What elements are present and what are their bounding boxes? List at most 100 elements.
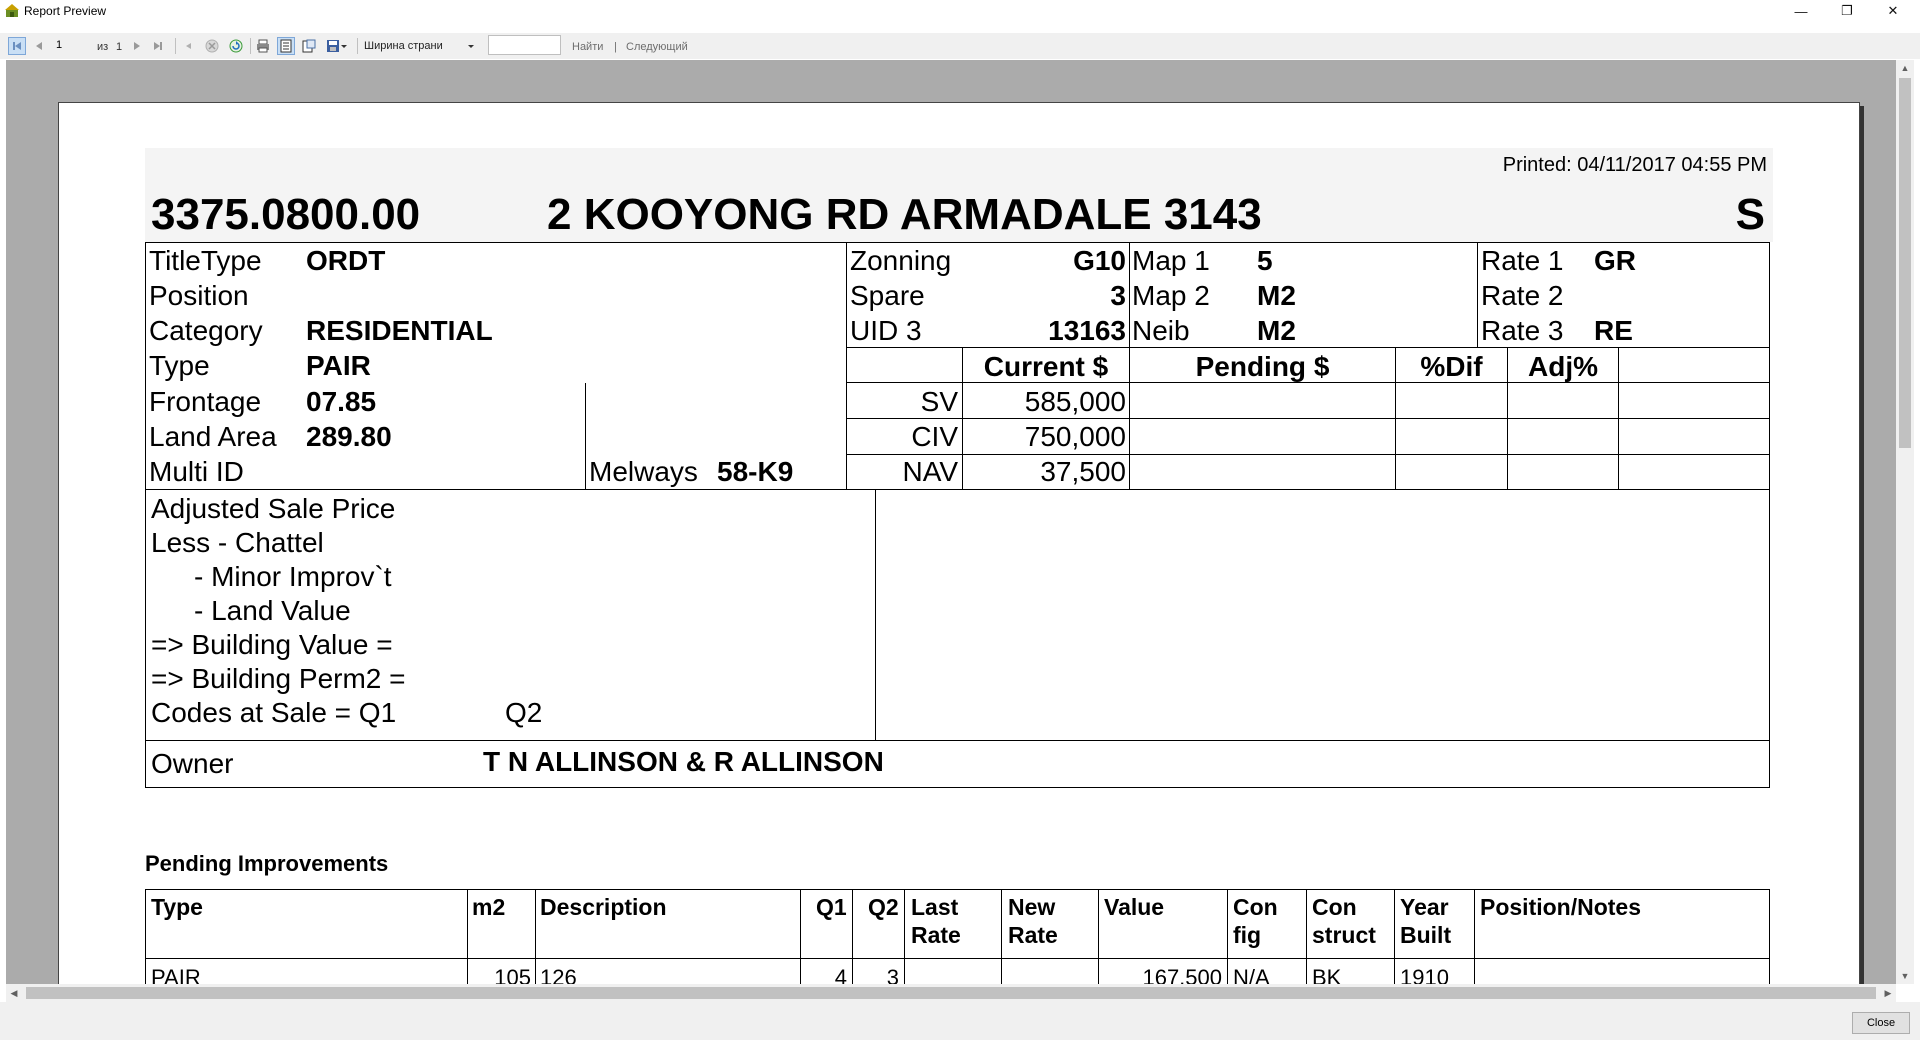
land-area-label: Land Area [149,421,277,452]
multi-id-label: Multi ID [149,456,244,487]
prev-page-button[interactable] [30,37,48,55]
current-header: Current $ [983,351,1109,382]
sale-line: => Building Perm2 = [151,663,406,694]
app-icon [5,4,19,17]
printer-icon [257,39,269,53]
map1-value: 5 [1257,245,1273,276]
imp-header-description: Description [540,894,667,920]
owner-value: T N ALLINSON & R ALLINSON [483,746,884,777]
printed-timestamp: Printed: 04/11/2017 04:55 PM [1502,154,1767,176]
print-button[interactable] [254,37,272,55]
imp-cell-type: PAIR [151,965,201,984]
vertical-scrollbar[interactable]: ▲ ▼ [1896,60,1914,984]
imp-cell-m2: 105 [494,965,531,984]
uid3-label: UID 3 [850,315,922,346]
refresh-button[interactable] [227,37,245,55]
imp-header-type: Type [151,894,203,920]
first-page-button[interactable] [8,37,26,55]
property-id: 3375.0800.00 [151,190,421,239]
horizontal-scrollbar[interactable]: ◀ ▶ [6,984,1896,1002]
sv-current: 585,000 [1024,386,1126,417]
melways-value: 58-K9 [717,456,794,487]
rate1-label: Rate 1 [1481,245,1564,276]
sv-label: SV [920,386,958,417]
imp-header-value: Value [1104,894,1165,920]
scroll-up-icon[interactable]: ▲ [1896,60,1914,76]
titletype-label: TitleType [149,245,262,276]
map1-label: Map 1 [1132,245,1210,276]
scroll-left-icon[interactable]: ◀ [6,984,22,1002]
zoom-value: Ширина страни [364,40,443,52]
spare-label: Spare [850,280,925,311]
page-layout-icon [280,39,292,53]
type-value: PAIR [306,350,371,381]
sale-line: Adjusted Sale Price [151,493,396,524]
last-page-icon [154,42,162,50]
page-number-input[interactable] [56,37,84,53]
prev-page-icon [36,42,42,50]
spare-value: 3 [1110,280,1126,311]
sale-line: - Minor Improv`t [194,561,392,592]
sale-line: Codes at Sale = Q1 [151,697,397,728]
imp-header-m2: m2 [472,894,506,920]
dif-header: %Dif [1420,351,1483,382]
export-button[interactable] [323,37,351,55]
page-of-label: из [97,41,109,53]
find-button[interactable]: Найти [572,41,603,53]
vertical-scroll-thumb[interactable] [1899,78,1911,448]
civ-label: CIV [911,421,958,452]
imp-header-new-rate: New Rate [1008,894,1058,948]
toolbar-separator: | [614,41,617,53]
search-input[interactable] [488,35,561,55]
scroll-down-icon[interactable]: ▼ [1896,968,1914,984]
close-button[interactable]: Close [1852,1012,1910,1034]
horizontal-scroll-thumb[interactable] [26,987,1876,999]
owner-label: Owner [151,748,234,779]
next-page-icon [134,42,140,50]
imp-header-q1: Q1 [816,894,847,920]
maximize-button[interactable]: ❐ [1824,0,1870,22]
imp-cell-config: N/A [1233,965,1270,984]
refresh-icon [229,39,243,53]
scroll-right-icon[interactable]: ▶ [1880,984,1896,1002]
rate1-value: GR [1594,245,1636,276]
category-label: Category [149,315,263,346]
report-page: Printed: 04/11/2017 04:55 PM 3375.0800.0… [58,102,1860,984]
melways-label: Melways [589,456,698,487]
page-setup-button[interactable] [300,37,318,55]
pending-header: Pending $ [1195,351,1330,382]
close-button-label: Close [1866,1017,1896,1029]
stop-icon [205,39,219,53]
rate2-label: Rate 2 [1481,280,1564,311]
back-button[interactable] [180,37,198,55]
next-page-button[interactable] [128,37,146,55]
rate3-value: RE [1594,315,1633,346]
land-area-value: 289.80 [306,421,392,452]
last-page-button[interactable] [149,37,167,55]
property-address: 2 KOOYONG RD ARMADALE 3143 [547,190,1262,239]
bottom-bar: Close [0,1002,1920,1040]
category-value: RESIDENTIAL [306,315,493,346]
map2-value: M2 [1257,280,1296,311]
close-window-button[interactable]: ✕ [1870,0,1916,22]
find-next-button[interactable]: Следующий [626,41,688,53]
imp-header-last-rate: Last Rate [911,894,961,948]
sale-line: Less - Chattel [151,527,324,558]
minimize-button[interactable]: — [1778,0,1824,22]
imp-header-q2: Q2 [868,894,899,920]
toolbar: из 1 Ширина страни Найти | Следующий [0,33,1920,59]
report-preview-area[interactable]: Printed: 04/11/2017 04:55 PM 3375.0800.0… [6,60,1896,984]
zoom-dropdown[interactable]: Ширина страни [364,37,479,55]
uid3-value: 13163 [1048,315,1126,346]
stop-button[interactable] [203,37,221,55]
frontage-label: Frontage [149,386,262,417]
first-page-icon [13,42,21,50]
imp-cell-year-built: 1910 [1400,965,1449,984]
imp-cell-q1: 4 [834,965,847,984]
window-title: Report Preview [24,4,107,18]
neib-value: M2 [1257,315,1296,346]
imp-cell-value: 167,500 [1142,965,1222,984]
nav-current: 37,500 [1040,456,1126,487]
print-layout-button[interactable] [277,37,295,55]
rate3-label: Rate 3 [1481,315,1564,346]
